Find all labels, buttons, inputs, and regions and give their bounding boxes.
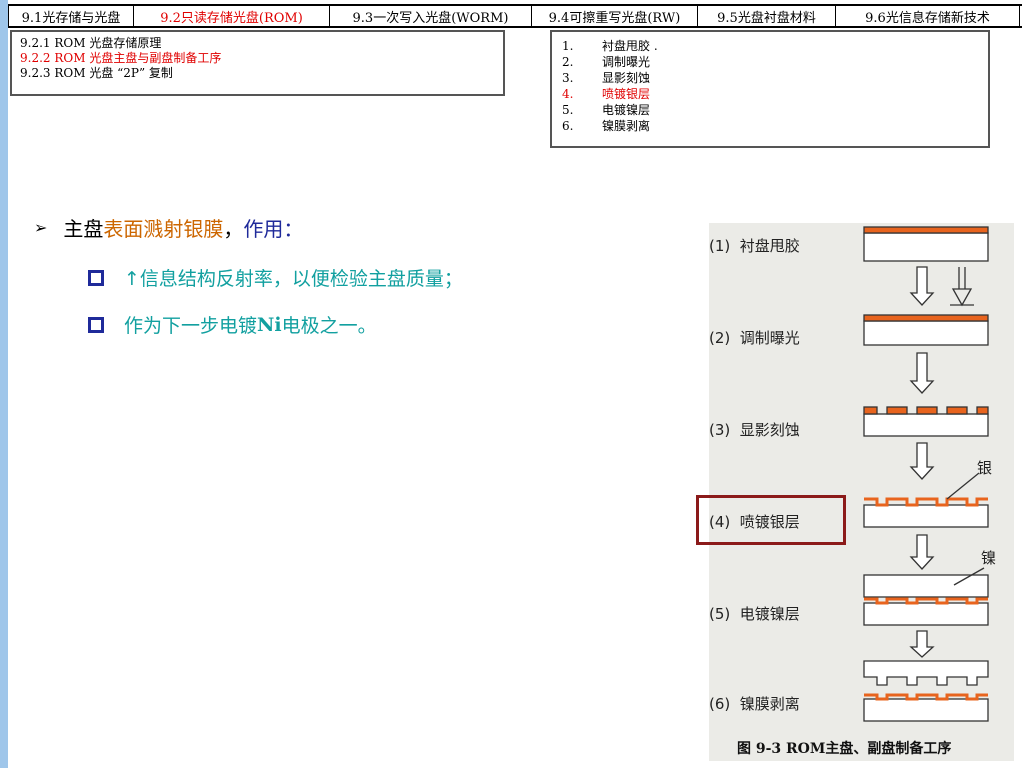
photoresist-layer	[863, 226, 989, 234]
list-item-current[interactable]: 4. 喷镀银层	[562, 86, 978, 102]
list-item[interactable]: 3. 显影刻蚀	[562, 70, 978, 86]
hollow-arrow-icon	[909, 266, 935, 306]
main-bullet-point: ➢ 主盘 表面溅射银膜，作用：	[34, 213, 303, 242]
substrate-step-5	[863, 602, 989, 626]
substrate-step-4	[863, 504, 989, 528]
section-submenu: 9.2.1 ROM 光盘存储原理 9.2.2 ROM 光盘主盘与副盘制备工序 9…	[10, 30, 505, 96]
figure-step-1-label: (1) 衬盘甩胶	[709, 237, 800, 255]
submenu-item-9-2-1[interactable]: 9.2.1 ROM 光盘存储原理	[20, 36, 495, 51]
process-figure: (1) 衬盘甩胶 (2) 调制曝光 (3) 显影刻蚀 (4) 喷镀银层 (5) …	[709, 223, 1014, 761]
substrate-step-3	[863, 413, 989, 437]
tab-9-5[interactable]: 9.5光盘衬盘材料	[698, 6, 836, 26]
sub-bullet-2-text-a: 作为下一步电镀	[124, 315, 258, 337]
silver-pointer-line	[946, 472, 980, 500]
nickel-layer	[863, 574, 989, 598]
hollow-square-bullet-icon	[88, 269, 104, 286]
tab-9-3[interactable]: 9.3一次写入光盘(WORM)	[330, 6, 532, 26]
sub-bullet-1-text: ↑信息结构反射率，以便检验主盘质量；	[124, 268, 463, 290]
submenu-item-9-2-2[interactable]: 9.2.2 ROM 光盘主盘与副盘制备工序	[20, 51, 495, 66]
figure-step-6-label: (6) 镍膜剥离	[709, 695, 800, 713]
tab-9-6[interactable]: 9.6光信息存储新技术	[836, 6, 1020, 26]
substrate-step-6	[863, 698, 989, 722]
figure-step-5-label: (5) 电镀镍层	[709, 605, 800, 623]
list-item[interactable]: 6. 镍膜剥离	[562, 118, 978, 134]
main-comma-text: ，	[223, 217, 244, 241]
hollow-arrow-icon	[909, 534, 935, 570]
substrate-step-2	[863, 320, 989, 346]
top-tab-bar: 9.1光存储与光盘 9.2只读存储光盘(ROM) 9.3一次写入光盘(WORM)…	[8, 4, 1022, 28]
hollow-arrow-icon	[909, 352, 935, 394]
process-steps-list: 1. 衬盘甩胶 . 2. 调制曝光 3. 显影刻蚀 4. 喷镀银层 5. 电镀镍层 6. 镍…	[550, 30, 990, 148]
substrate-step-1	[863, 232, 989, 262]
sub-bullet-2-text-ni: Ni	[257, 313, 282, 336]
main-prefix-text: 主盘	[63, 217, 104, 241]
separated-nickel-film	[863, 660, 989, 686]
list-item[interactable]: 1. 衬盘甩胶 .	[562, 38, 978, 54]
figure-step-2-label: (2) 调制曝光	[709, 329, 800, 347]
submenu-item-9-2-3[interactable]: 9.2.3 ROM 光盘 “2P” 复制	[20, 66, 495, 81]
current-step-highlight	[696, 495, 846, 545]
left-edge-strip	[0, 0, 8, 768]
exposed-layer	[863, 314, 989, 322]
main-highlight-text: 表面溅射银膜	[103, 217, 224, 241]
list-item[interactable]: 2. 调制曝光	[562, 54, 978, 70]
arrow-bullet-icon: ➢	[34, 218, 48, 237]
figure-step-3-label: (3) 显影刻蚀	[709, 421, 800, 439]
figure-caption: 图 9-3 ROM主盘、副盘制备工序	[737, 741, 952, 757]
sub-bullet-2-text-c: 电极之一。	[281, 315, 377, 337]
hollow-square-bullet-icon	[88, 316, 104, 333]
tab-9-2[interactable]: 9.2只读存储光盘(ROM)	[134, 6, 330, 26]
laser-icon	[950, 267, 974, 307]
main-effect-text: 作用：	[243, 217, 304, 241]
hollow-arrow-icon	[909, 630, 935, 658]
process-diagram	[863, 226, 989, 722]
nickel-label: 镍	[981, 549, 997, 567]
tab-9-4[interactable]: 9.4可擦重写光盘(RW)	[532, 6, 698, 26]
list-item[interactable]: 5. 电镀镍层	[562, 102, 978, 118]
sub-bullet-1: ↑信息结构反射率，以便检验主盘质量；	[88, 264, 463, 291]
tab-9-1[interactable]: 9.1光存储与光盘	[8, 6, 134, 26]
sub-bullet-2: 作为下一步电镀 Ni 电极之一。	[88, 311, 377, 338]
silver-label: 银	[977, 459, 993, 477]
hollow-arrow-icon	[909, 442, 935, 480]
